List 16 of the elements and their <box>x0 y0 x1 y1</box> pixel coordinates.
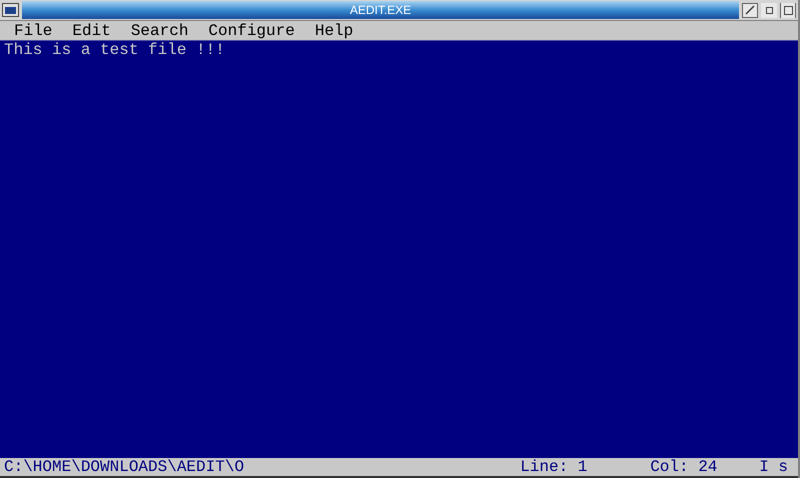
system-menu-icon[interactable] <box>2 3 19 17</box>
menu-item[interactable]: File <box>14 22 52 38</box>
line-indicator: Line: 1 <box>520 459 588 475</box>
menu-item[interactable]: Help <box>314 22 354 38</box>
menu-item[interactable]: Configure <box>208 22 295 38</box>
minimize-icon[interactable] <box>742 2 758 18</box>
maximize-icon[interactable] <box>780 2 796 18</box>
mode-indicator: I s <box>759 459 789 475</box>
editor-line: This is a test file !!! <box>4 41 226 60</box>
menu-item[interactable]: Edit <box>72 22 111 38</box>
window-title: AEDIT.EXE <box>350 4 412 16</box>
restore-icon[interactable] <box>761 2 777 18</box>
column-indicator: Col: 24 <box>650 459 718 475</box>
file-path: C:\HOME\DOWNLOADS\AEDIT\O <box>4 459 244 475</box>
editor-area[interactable]: This is a test file !!! <box>0 40 798 458</box>
menu-item[interactable]: Search <box>130 22 188 38</box>
